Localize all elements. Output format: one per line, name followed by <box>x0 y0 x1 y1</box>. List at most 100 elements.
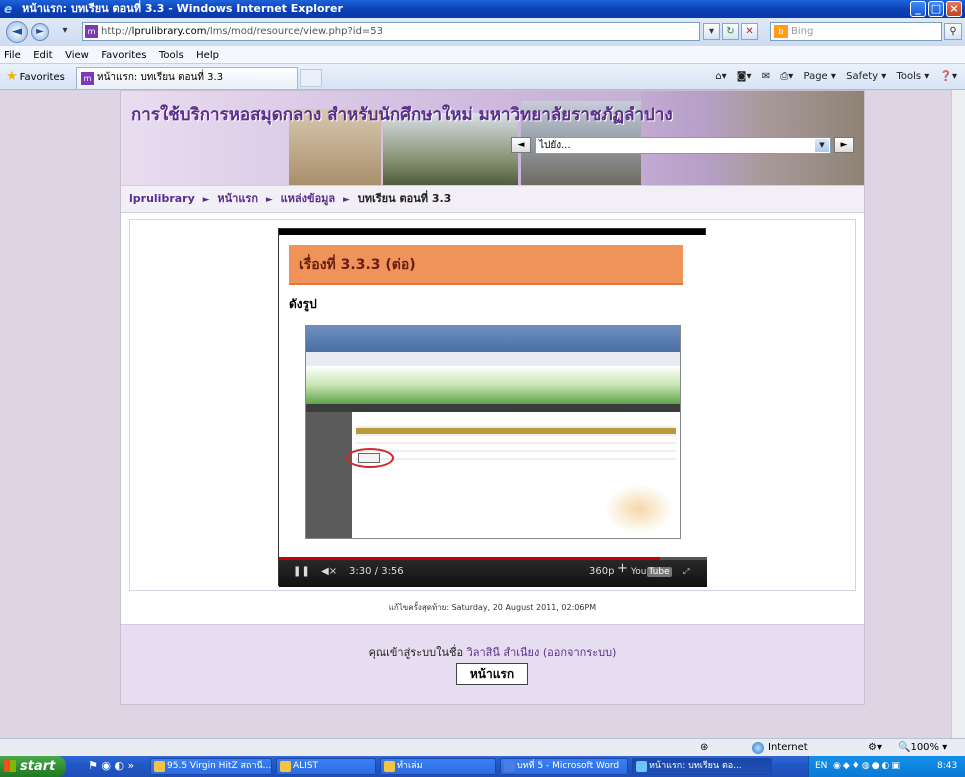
quality-button[interactable]: 360p <box>589 566 614 578</box>
menu-bar: File Edit View Favorites Tools Help <box>0 46 965 64</box>
refresh-button[interactable]: ↻ <box>722 23 739 40</box>
screenshot-navstrip <box>306 404 680 412</box>
moodle-page: การใช้บริการหอสมุดกลาง สำหรับนักศึกษาใหม… <box>120 90 865 705</box>
minimize-button[interactable]: _ <box>910 1 926 17</box>
user-profile-link[interactable]: วิลาสินี สำเนียง <box>467 646 540 659</box>
embedded-screenshot <box>305 325 681 539</box>
video-time: 3:30 / 3:56 <box>349 566 404 577</box>
tray-icons[interactable]: ◉◆♦◍●◐▣ <box>833 756 902 777</box>
tab-current[interactable]: m หน้าแรก: บทเรียน ตอนที่ 3.3 <box>76 67 298 89</box>
new-tab-button[interactable] <box>300 69 322 87</box>
globe-icon <box>752 742 764 754</box>
breadcrumb-separator: ► <box>202 195 210 205</box>
recent-pages-dropdown[interactable]: ▾ <box>58 23 72 40</box>
browser-window: e หน้าแรก: บทเรียน ตอนที่ 3.3 - Windows … <box>0 0 965 777</box>
login-info: คุณเข้าสู่ระบบในชื่อ วิลาสินี สำเนียง (อ… <box>368 646 617 659</box>
bing-icon: b <box>774 25 788 38</box>
screenshot-decoration <box>604 484 674 534</box>
zoom-level[interactable]: 🔍100% ▾ <box>898 739 947 756</box>
breadcrumb-separator: ► <box>343 195 350 205</box>
pause-icon[interactable]: ❚❚ <box>293 566 310 578</box>
window-title: หน้าแรก: บทเรียน ตอนที่ 3.3 - Windows In… <box>22 2 343 15</box>
mail-icon[interactable]: ✉ <box>762 71 770 82</box>
window-titlebar: e หน้าแรก: บทเรียน ตอนที่ 3.3 - Windows … <box>0 0 965 18</box>
video-frame: เรื่องที่ 3.3.3 (ต่อ) ดังรูป <box>279 235 707 557</box>
windows-taskbar: start ⚑ ◉ ◐ » 95.5 Virgin HitZ สถานี... … <box>0 756 965 777</box>
taskbar-item[interactable]: ทำเล่ม <box>380 758 496 775</box>
slide-subtitle: ดังรูป <box>289 297 317 311</box>
next-activity-button[interactable]: ► <box>834 137 854 153</box>
clock[interactable]: 8:43 <box>937 756 957 777</box>
breadcrumb-item[interactable]: lprulibrary <box>129 192 195 205</box>
forward-button[interactable]: ► <box>31 23 49 41</box>
menu-edit[interactable]: Edit <box>33 50 52 61</box>
slide-title: เรื่องที่ 3.3.3 (ต่อ) <box>299 257 416 273</box>
taskbar-item-active[interactable]: หน้าแรก: บทเรียน ตอ... <box>632 758 772 775</box>
site-title: การใช้บริการหอสมุดกลาง สำหรับนักศึกษาใหม… <box>131 105 673 125</box>
windows-flag-icon <box>4 760 16 772</box>
taskbar-item[interactable]: 95.5 Virgin HitZ สถานี... <box>150 758 272 775</box>
youtube-logo[interactable]: You Tube <box>631 565 672 579</box>
site-banner: การใช้บริการหอสมุดกลาง สำหรับนักศึกษาใหม… <box>121 91 864 185</box>
menu-file[interactable]: File <box>4 50 21 61</box>
menu-help[interactable]: Help <box>196 50 219 61</box>
screenshot-table-header <box>356 428 676 434</box>
quick-launch-icons[interactable]: ⚑ ◉ ◐ » <box>88 759 134 772</box>
last-modified-text: แก้ไขครั้งสุดท้าย: Saturday, 20 August 2… <box>388 603 597 612</box>
ie-icon <box>636 761 647 772</box>
search-button[interactable]: ⚲ <box>944 23 962 40</box>
prev-activity-button[interactable]: ◄ <box>511 137 531 153</box>
help-icon[interactable]: ❓▾ <box>940 71 957 82</box>
resource-content: เรื่องที่ 3.3.3 (ต่อ) ดังรูป ❚❚ ◀× 3:30 … <box>129 219 856 591</box>
mute-icon[interactable]: ◀× <box>321 566 337 578</box>
safety-menu[interactable]: Safety ▾ <box>846 71 886 82</box>
plus-icon[interactable]: + <box>617 562 628 575</box>
system-tray: EN ◉◆♦◍●◐▣ 8:43 <box>808 756 965 777</box>
maximize-button[interactable]: □ <box>928 1 944 17</box>
tools-menu[interactable]: Tools ▾ <box>896 71 929 82</box>
home-icon[interactable]: ⌂▾ <box>715 71 726 82</box>
home-button[interactable]: หน้าแรก <box>456 663 528 685</box>
protected-mode-icon[interactable]: ⚙▾ <box>868 739 882 756</box>
page-menu[interactable]: Page ▾ <box>804 71 836 82</box>
screenshot-banner <box>306 366 680 404</box>
folder-icon <box>384 761 395 772</box>
menu-favorites[interactable]: Favorites <box>101 50 146 61</box>
screenshot-sidebar <box>306 412 352 538</box>
breadcrumb-item[interactable]: หน้าแรก <box>217 192 258 205</box>
radio-icon <box>154 761 165 772</box>
breadcrumb: lprulibrary ► หน้าแรก ► แหล่งข้อมูล ► บท… <box>121 185 864 213</box>
logout-link[interactable]: (ออกจากระบบ) <box>543 646 617 659</box>
jump-to-select[interactable]: ไปยัง... ▼ <box>535 137 831 154</box>
app-icon <box>280 761 291 772</box>
breadcrumb-item[interactable]: แหล่งข้อมูล <box>281 192 336 205</box>
page-viewport: การใช้บริการหอสมุดกลาง สำหรับนักศึกษาใหม… <box>0 90 951 738</box>
breadcrumb-current: บทเรียน ตอนที่ 3.3 <box>357 192 452 205</box>
stop-button[interactable]: ✕ <box>741 23 758 40</box>
video-controls: ❚❚ ◀× 3:30 / 3:56 360p + You Tube ⤢ <box>279 557 707 587</box>
taskbar-item[interactable]: บทที่ 5 - Microsoft Word <box>500 758 628 775</box>
command-bar: ⌂▾ ◙▾ ✉ ⎙▾ Page ▾ Safety ▾ Tools ▾ ❓▾ <box>708 69 957 85</box>
address-input[interactable]: m http://lprulibrary.com/lms/mod/resourc… <box>82 22 700 41</box>
search-input[interactable]: b Bing <box>770 22 942 41</box>
status-bar: ⊛ Internet ⚙▾ 🔍100% ▾ <box>0 738 965 756</box>
menu-view[interactable]: View <box>65 50 89 61</box>
start-button[interactable]: start <box>0 756 66 777</box>
privacy-icon[interactable]: ⊛ <box>700 739 708 756</box>
page-footer: คุณเข้าสู่ระบบในชื่อ วิลาสินี สำเนียง (อ… <box>121 624 864 704</box>
feeds-icon[interactable]: ◙▾ <box>737 71 752 82</box>
favorites-button[interactable]: ★ Favorites <box>6 69 65 86</box>
menu-tools[interactable]: Tools <box>159 50 184 61</box>
taskbar-item[interactable]: ALIST <box>276 758 376 775</box>
tab-favicon: m <box>81 72 94 85</box>
video-player[interactable]: เรื่องที่ 3.3.3 (ต่อ) ดังรูป ❚❚ ◀× 3:30 … <box>278 228 707 587</box>
fullscreen-icon[interactable]: ⤢ <box>683 566 689 578</box>
language-indicator[interactable]: EN <box>815 756 827 777</box>
address-dropdown[interactable]: ▾ <box>703 23 720 40</box>
print-icon[interactable]: ⎙▾ <box>780 71 793 82</box>
close-button[interactable]: × <box>946 1 962 17</box>
screenshot-browser-chrome <box>306 326 680 352</box>
vertical-scrollbar[interactable] <box>951 90 965 738</box>
video-progress-bar[interactable] <box>279 557 707 560</box>
back-button[interactable]: ◄ <box>6 21 28 43</box>
